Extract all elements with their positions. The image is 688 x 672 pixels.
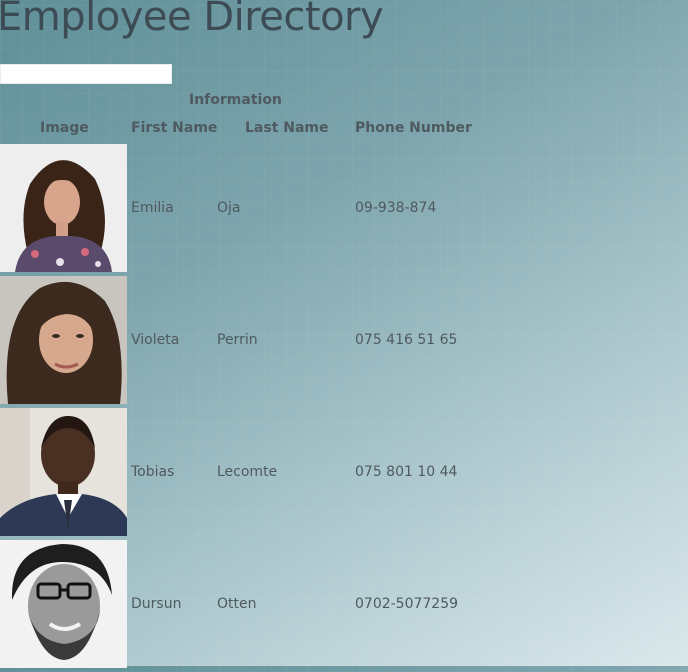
table-row[interactable]: Tobias Lecomte 075 801 10 44 — [0, 408, 688, 540]
column-header-phone-number[interactable]: Phone Number — [355, 120, 472, 136]
phone-cell: 09-938-874 — [355, 200, 437, 216]
column-header-image[interactable]: Image — [40, 120, 89, 136]
phone-cell: 075 801 10 44 — [355, 464, 458, 480]
page-title: Employee Directory — [0, 0, 384, 40]
first-name-cell: Violeta — [131, 332, 180, 348]
first-name-cell: Emilia — [131, 200, 174, 216]
man-suit-portrait-icon — [0, 408, 127, 536]
table-group-header: Information — [189, 92, 282, 108]
search-input[interactable] — [0, 64, 172, 84]
column-header-last-name[interactable]: Last Name — [245, 120, 329, 136]
employee-photo — [0, 540, 127, 668]
last-name-cell: Lecomte — [217, 464, 278, 480]
employee-photo — [0, 144, 127, 272]
employee-photo — [0, 408, 127, 536]
column-header-first-name[interactable]: First Name — [131, 120, 217, 136]
first-name-cell: Tobias — [131, 464, 175, 480]
woman-curly-hair-portrait-icon — [0, 144, 127, 272]
last-name-cell: Otten — [217, 596, 257, 612]
first-name-cell: Dursun — [131, 596, 182, 612]
woman-dark-hair-portrait-icon — [0, 276, 127, 404]
last-name-cell: Oja — [217, 200, 241, 216]
phone-cell: 0702-5077259 — [355, 596, 459, 612]
last-name-cell: Perrin — [217, 332, 258, 348]
table-row[interactable]: Dursun Otten 0702-5077259 — [0, 540, 688, 672]
phone-cell: 075 416 51 65 — [355, 332, 458, 348]
table-row[interactable]: Emilia Oja 09-938-874 — [0, 144, 688, 276]
table-row[interactable]: Violeta Perrin 075 416 51 65 — [0, 276, 688, 408]
man-glasses-bw-portrait-icon — [0, 540, 127, 668]
employee-photo — [0, 276, 127, 404]
